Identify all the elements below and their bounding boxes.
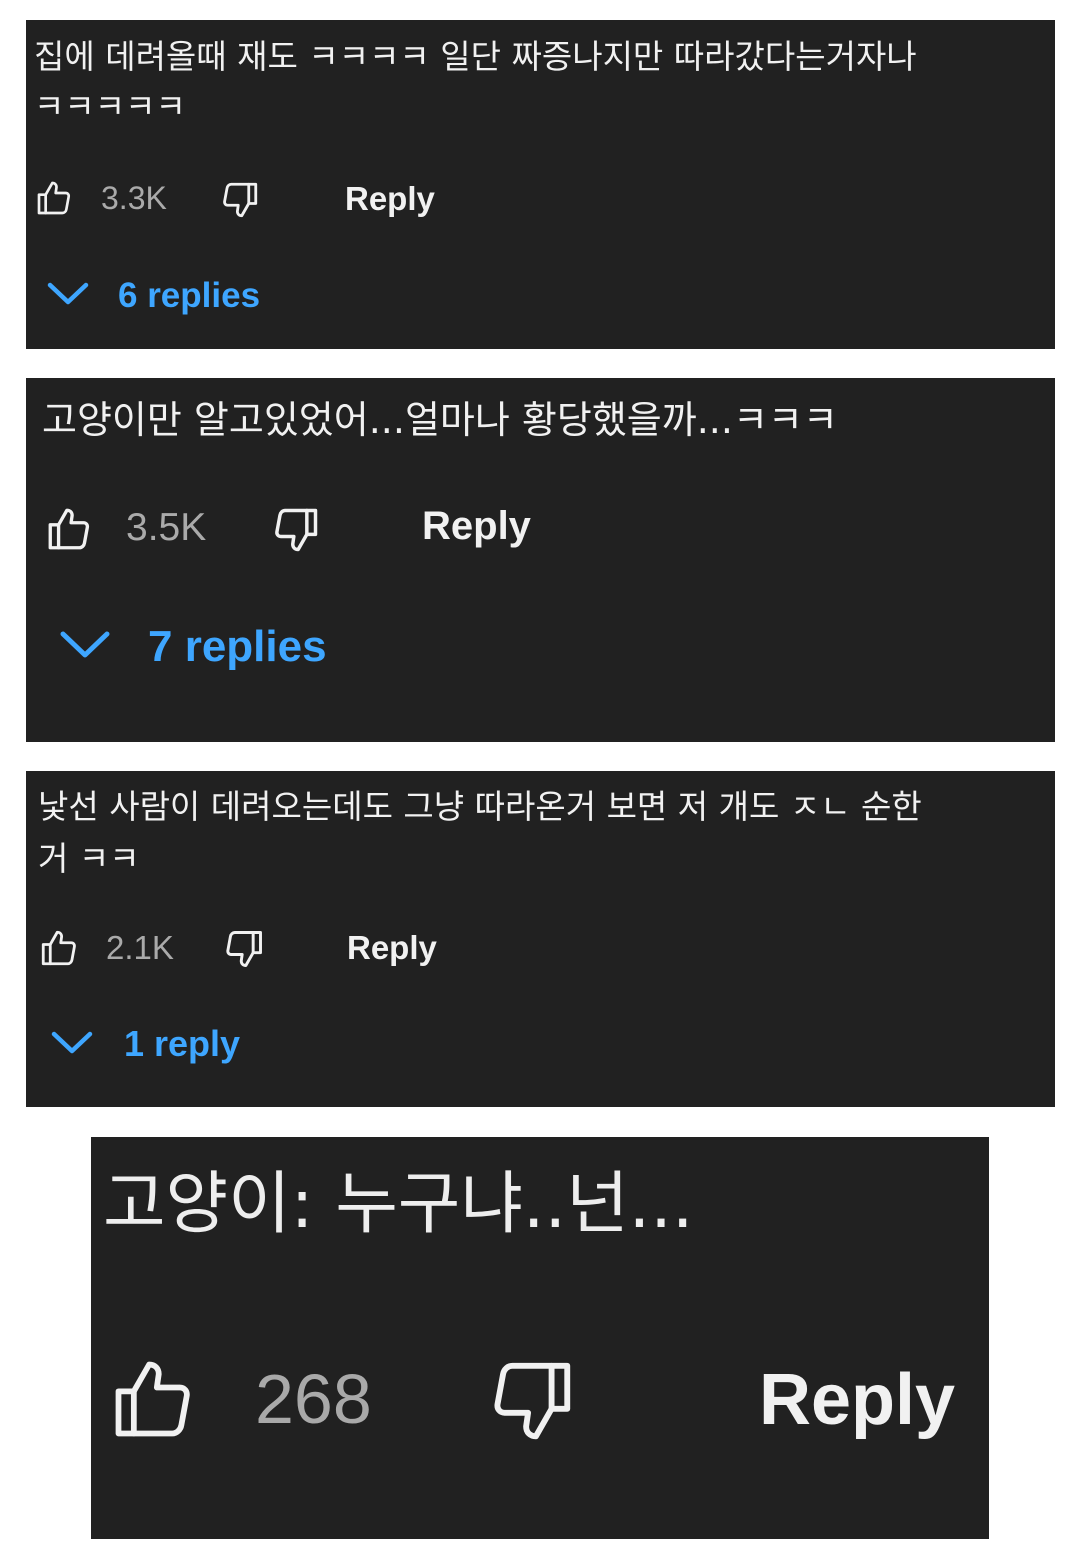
- comment-card: 집에 데려올때 재도 ㅋㅋㅋㅋ 일단 짜증나지만 따라갔다는거자나 ㅋㅋㅋㅋㅋ …: [26, 20, 1055, 349]
- thumbs-up-icon: [34, 176, 74, 220]
- like-count: 3.3K: [101, 180, 167, 216]
- replies-count-label: 6 replies: [118, 276, 261, 315]
- thumbs-down-icon: [485, 1362, 579, 1455]
- dislike-button[interactable]: [222, 926, 266, 976]
- like-count: 268: [255, 1360, 372, 1438]
- dislike-button[interactable]: [219, 178, 261, 226]
- reply-button[interactable]: Reply: [347, 929, 437, 967]
- chevron-down-icon: [46, 276, 90, 316]
- like-button[interactable]: [107, 1349, 199, 1453]
- dislike-button[interactable]: [485, 1351, 579, 1455]
- replies-count-label: 7 replies: [148, 622, 327, 671]
- chevron-down-icon: [58, 622, 112, 672]
- like-count: 3.5K: [126, 506, 207, 549]
- chevron-down-icon: [50, 1023, 94, 1065]
- comment-text: 집에 데려올때 재도 ㅋㅋㅋㅋ 일단 짜증나지만 따라갔다는거자나 ㅋㅋㅋㅋㅋ: [34, 37, 917, 126]
- comment-card: 낯선 사람이 데려오는데도 그냥 따라온거 보면 저 개도 ㅈㄴ 순한 거 ㅋㅋ…: [26, 771, 1055, 1107]
- thumbs-down-icon: [222, 931, 266, 976]
- thumbs-up-icon: [107, 1361, 199, 1453]
- comment-text: 고양이: 누구냐..넌...: [103, 1165, 694, 1244]
- like-button[interactable]: [44, 502, 94, 560]
- like-button[interactable]: [38, 925, 80, 975]
- thumbs-up-icon: [38, 930, 80, 975]
- like-button[interactable]: [34, 176, 74, 220]
- view-replies-button[interactable]: 7 replies: [58, 622, 327, 672]
- thumbs-down-icon: [270, 508, 322, 561]
- comment-text: 낯선 사람이 데려오는데도 그냥 따라온거 보면 저 개도 ㅈㄴ 순한 거 ㅋㅋ: [38, 787, 922, 878]
- reply-button[interactable]: Reply: [759, 1359, 955, 1441]
- thumbs-up-icon: [44, 508, 94, 560]
- dislike-button[interactable]: [270, 503, 322, 561]
- thumbs-down-icon: [219, 182, 261, 226]
- comment-text: 고양이만 알고있었어...얼마나 황당했을까...ㅋㅋㅋ: [42, 398, 838, 442]
- view-replies-button[interactable]: 1 reply: [50, 1023, 240, 1065]
- reply-button[interactable]: Reply: [345, 180, 435, 218]
- like-count: 2.1K: [106, 929, 174, 966]
- comment-card: 고양이만 알고있었어...얼마나 황당했을까...ㅋㅋㅋ 3.5K Reply …: [26, 378, 1055, 742]
- replies-count-label: 1 reply: [124, 1023, 241, 1064]
- view-replies-button[interactable]: 6 replies: [46, 276, 260, 316]
- reply-button[interactable]: Reply: [422, 504, 531, 549]
- comment-card: 고양이: 누구냐..넌... 268 Reply: [91, 1137, 989, 1539]
